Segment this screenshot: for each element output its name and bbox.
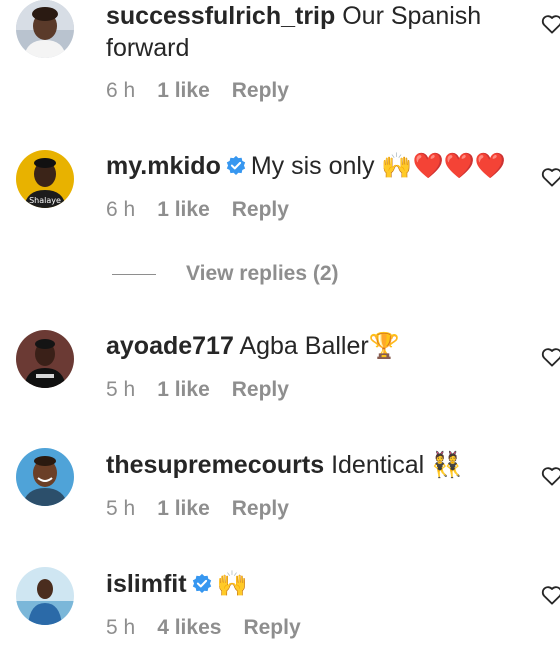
avatar[interactable]	[16, 567, 74, 625]
comment-text-block: my.mkido My sis only 🙌❤️❤️❤️	[106, 150, 526, 185]
comment-likes[interactable]: 1 like	[157, 79, 210, 102]
comment-time: 6 h	[106, 79, 136, 102]
svg-text:Shalaye: Shalaye	[29, 196, 61, 205]
reply-button[interactable]: Reply	[232, 378, 289, 401]
comment-time: 5 h	[106, 616, 136, 639]
comment-username[interactable]: islimfit	[106, 570, 187, 598]
comment-username[interactable]: ayoade717	[106, 332, 234, 360]
avatar[interactable]: Shalaye	[16, 150, 74, 208]
verified-badge-icon	[225, 153, 247, 185]
avatar[interactable]	[16, 330, 74, 388]
comment-meta: 5 h 4 likes Reply	[106, 616, 323, 640]
comment-body: 🙌	[216, 570, 248, 598]
divider-line	[112, 273, 156, 275]
reply-button[interactable]: Reply	[232, 497, 289, 520]
comment-likes[interactable]: 4 likes	[157, 616, 221, 639]
comment-text-block: thesupremecourts Identical 👯	[106, 449, 526, 481]
comment-likes[interactable]: 1 like	[157, 378, 210, 401]
comment-username[interactable]: my.mkido	[106, 152, 221, 180]
comment-time: 6 h	[106, 198, 136, 221]
comment-likes[interactable]: 1 like	[157, 497, 210, 520]
reply-button[interactable]: Reply	[232, 198, 289, 221]
comment-username[interactable]: thesupremecourts	[106, 451, 324, 479]
heart-outline-icon[interactable]	[541, 585, 560, 610]
comment-time: 5 h	[106, 497, 136, 520]
avatar[interactable]	[16, 0, 74, 58]
comment-likes[interactable]: 1 like	[157, 198, 210, 221]
heart-outline-icon[interactable]	[541, 14, 560, 39]
view-replies-label[interactable]: View replies (2)	[186, 262, 339, 285]
reply-button[interactable]: Reply	[232, 79, 289, 102]
comment-meta: 6 h 1 like Reply	[106, 79, 311, 103]
heart-outline-icon[interactable]	[541, 466, 560, 491]
comment-time: 5 h	[106, 378, 136, 401]
comment-username[interactable]: successfulrich_trip	[106, 2, 335, 30]
comment-meta: 5 h 1 like Reply	[106, 378, 311, 402]
view-replies-button[interactable]: View replies (2)	[112, 262, 339, 286]
comment-text-block: islimfit 🙌	[106, 568, 526, 603]
comment-body: My sis only 🙌❤️❤️❤️	[250, 152, 506, 180]
comment-meta: 5 h 1 like Reply	[106, 497, 311, 521]
verified-badge-icon	[191, 571, 213, 603]
heart-outline-icon[interactable]	[541, 167, 560, 192]
comment-meta: 6 h 1 like Reply	[106, 198, 311, 222]
comment-text-block: ayoade717 Agba Baller🏆	[106, 330, 526, 362]
avatar[interactable]	[16, 448, 74, 506]
comment-body: Agba Baller🏆	[239, 332, 400, 360]
heart-outline-icon[interactable]	[541, 347, 560, 372]
comment-body: Identical 👯	[331, 451, 463, 479]
reply-button[interactable]: Reply	[243, 616, 300, 639]
comment-text-block: successfulrich_trip Our Spanish forward	[106, 0, 526, 64]
